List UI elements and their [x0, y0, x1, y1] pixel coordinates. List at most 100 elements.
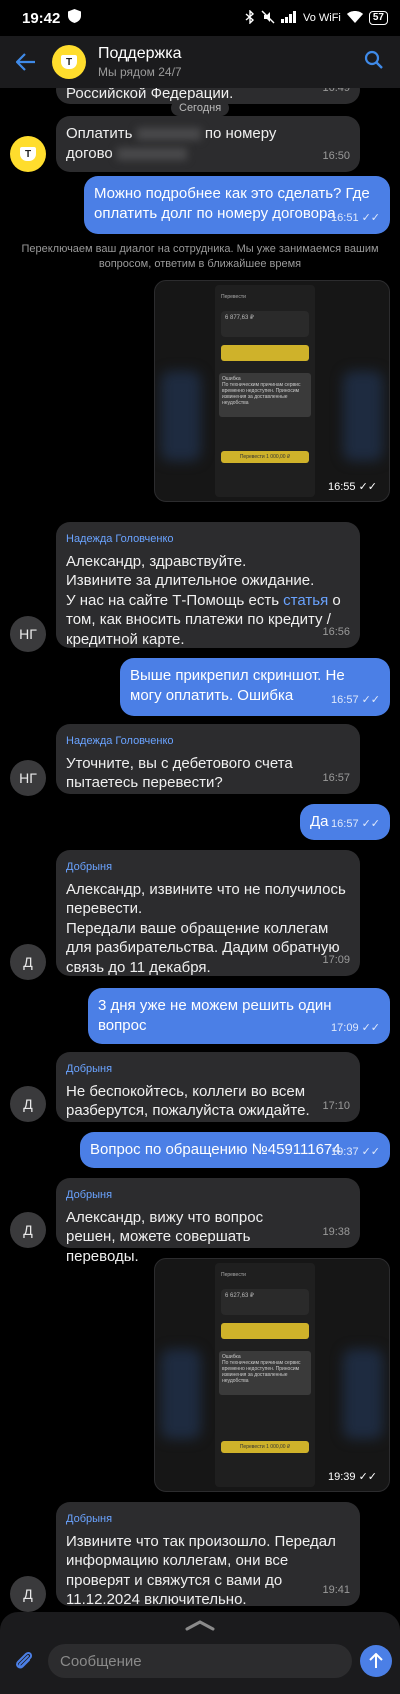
- bluetooth-icon: [245, 8, 255, 27]
- avatar: Д: [10, 1086, 46, 1122]
- screenshot-title: Перевести: [221, 1272, 246, 1278]
- sender-name: Надежда Головченко: [66, 533, 174, 545]
- search-button[interactable]: [364, 50, 384, 75]
- double-check-icon: ✓✓: [358, 1471, 377, 1483]
- message-text-part: Оплатить: [66, 125, 133, 142]
- blurred-area: [343, 1349, 383, 1439]
- message-bubble-incoming: Добрыня Александр, вижу что вопрос решен…: [56, 1178, 360, 1265]
- signal-icon: [280, 10, 297, 26]
- message-text-part: догово: [66, 144, 113, 162]
- wifi-icon: [346, 10, 363, 26]
- paperclip-icon: [16, 1651, 33, 1669]
- message-time-value: 19:37: [331, 1145, 359, 1158]
- brand-logo-icon: Т: [20, 147, 36, 161]
- composer-bar: [0, 1612, 400, 1694]
- message-input[interactable]: [48, 1644, 352, 1678]
- network-label: Vo WiFi: [302, 12, 341, 24]
- message-time: 19:41: [322, 1583, 350, 1596]
- message-time-value: 16:55: [327, 481, 356, 493]
- avatar: НГ: [10, 760, 46, 796]
- sender-name: Надежда Головченко: [66, 735, 174, 747]
- message-bubble-outgoing: 3 дня уже не можем решить один вопрос 17…: [88, 988, 390, 1044]
- message-time-value: 19:39: [327, 1471, 356, 1483]
- double-check-icon: ✓✓: [361, 693, 380, 706]
- image-attachment[interactable]: Перевести 6 877,63 ₽ Ошибка По техническ…: [154, 280, 390, 502]
- system-message: Переключаем ваш диалог на сотрудника. Мы…: [21, 243, 379, 270]
- chat-area[interactable]: Российской Федерации. 16:49 Сегодня Т Оп…: [0, 88, 400, 1612]
- message-bubble-incoming: Оплатить по номеру догово 16:50: [56, 116, 360, 172]
- screenshot-card: [221, 1323, 309, 1339]
- error-text: По техническим причинам сервис временно …: [222, 382, 301, 406]
- message-line: Извините за длительное ожидание.: [66, 572, 315, 589]
- message-time: 16:57 ✓✓: [331, 691, 380, 711]
- brand-logo-icon: Т: [61, 55, 77, 69]
- double-check-icon: ✓✓: [361, 211, 380, 224]
- header-titles[interactable]: Поддержка Мы рядом 24/7: [98, 45, 182, 79]
- status-right: Vo WiFi 57: [245, 8, 388, 27]
- message-line: Передали ваше обращение коллегам для раз…: [66, 919, 340, 976]
- message-time: 16:50: [322, 149, 350, 162]
- message-text: Да: [310, 813, 329, 830]
- search-icon: [364, 50, 383, 69]
- message-time: 17:09 ✓✓: [331, 1019, 380, 1039]
- sender-name: Добрыня: [66, 1063, 113, 1075]
- screenshot-phone: Перевести 6 877,63 ₽ Ошибка По техническ…: [215, 285, 315, 497]
- double-check-icon: ✓✓: [361, 1021, 380, 1034]
- message-time: 19:38: [322, 1225, 350, 1238]
- message-text: Уточните, вы с дебетового счета пытаетес…: [66, 754, 293, 792]
- avatar: Д: [10, 944, 46, 980]
- blurred-area: [161, 371, 201, 461]
- message-time: 17:09: [322, 953, 350, 966]
- article-link[interactable]: статья: [283, 592, 328, 609]
- image-attachment[interactable]: Перевести 6 627,63 ₽ Ошибка По техническ…: [154, 1258, 390, 1492]
- avatar: Д: [10, 1212, 46, 1248]
- error-text: По техническим причинам сервис временно …: [222, 1360, 301, 1384]
- attach-button[interactable]: [12, 1649, 36, 1678]
- chat-subtitle: Мы рядом 24/7: [98, 65, 182, 79]
- mute-icon: [261, 10, 275, 27]
- send-button[interactable]: [360, 1645, 392, 1677]
- back-button[interactable]: [0, 47, 52, 78]
- message-line: У нас на сайте Т-Помощь есть: [66, 591, 284, 609]
- avatar: Д: [10, 1576, 46, 1612]
- avatar: НГ: [10, 616, 46, 652]
- message-time: 17:10: [322, 1099, 350, 1112]
- blurred-text: [116, 147, 187, 160]
- screenshot-error-dialog: Ошибка По техническим причинам сервис вр…: [219, 1351, 311, 1395]
- expand-handle[interactable]: [185, 1618, 215, 1636]
- message-time-value: 16:51: [331, 211, 359, 224]
- message-time-value: 16:57: [331, 817, 359, 830]
- message-time: 16:57: [322, 771, 350, 784]
- blurred-area: [161, 1349, 201, 1439]
- sender-name: Добрыня: [66, 1189, 113, 1201]
- message-time: 16:55 ✓✓: [328, 480, 377, 493]
- message-text: Извините что так произошло. Передал инфо…: [66, 1532, 336, 1609]
- date-chip: Сегодня: [171, 100, 230, 116]
- blurred-area: [343, 371, 383, 461]
- screenshot-phone: Перевести 6 627,63 ₽ Ошибка По техническ…: [215, 1263, 315, 1487]
- double-check-icon: ✓✓: [361, 1145, 380, 1158]
- double-check-icon: ✓✓: [361, 817, 380, 830]
- message-text: Можно подробнее как это сделать? Где опл…: [94, 185, 370, 222]
- double-check-icon: ✓✓: [358, 481, 377, 493]
- message-bubble-incoming: Надежда Головченко Уточните, вы с дебето…: [56, 724, 360, 794]
- screenshot-card: [221, 345, 309, 361]
- message-text: Александр, извините что не получилось пе…: [66, 880, 350, 978]
- support-avatar[interactable]: Т: [52, 45, 86, 79]
- message-time-value: 16:57: [331, 693, 359, 706]
- message-text: Не беспокойтесь, коллеги во всем разберу…: [66, 1082, 310, 1120]
- message-bubble-incoming: Добрыня Извините что так произошло. Пере…: [56, 1502, 360, 1608]
- arrow-up-icon: [369, 1653, 383, 1668]
- message-text: 3 дня уже не можем решить один вопрос: [98, 997, 332, 1034]
- message-line: Александр, здравствуйте.: [66, 552, 247, 570]
- screenshot-button: Перевести 1 000,00 ₽: [221, 451, 309, 463]
- message-time: 16:51 ✓✓: [331, 209, 380, 229]
- message-time-value: 17:09: [331, 1021, 359, 1034]
- status-bar: 19:42 Vo WiFi 57: [0, 0, 400, 36]
- chat-title: Поддержка: [98, 45, 182, 62]
- chevron-up-icon: [185, 1620, 215, 1631]
- message-text: Оплатить по номеру догово: [66, 124, 350, 163]
- message-text: Вопрос по обращению №459111674: [90, 1141, 341, 1158]
- battery-indicator: 57: [368, 11, 388, 25]
- screenshot-error-dialog: Ошибка По техническим причинам сервис вр…: [219, 373, 311, 417]
